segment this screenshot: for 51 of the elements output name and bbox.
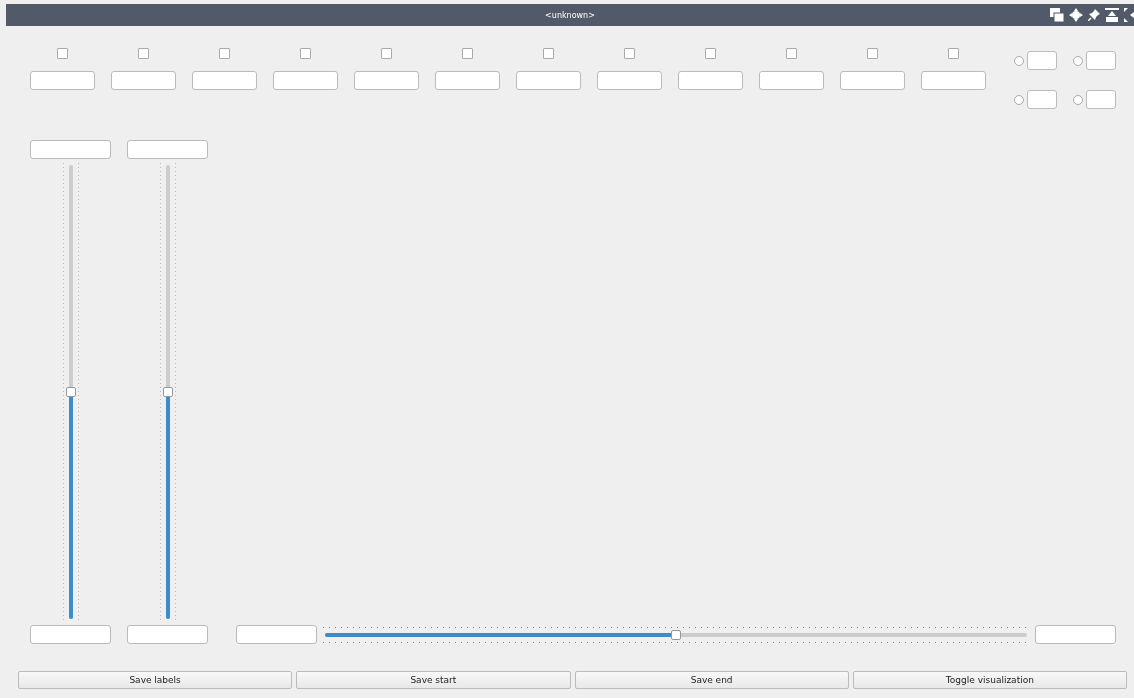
radio-button[interactable] xyxy=(1014,55,1024,66)
action-button[interactable]: Save start xyxy=(296,671,571,689)
input-field[interactable] xyxy=(111,71,176,90)
action-button[interactable]: Save end xyxy=(574,671,849,689)
input-field[interactable] xyxy=(127,625,208,644)
checkbox[interactable] xyxy=(705,48,716,59)
action-button[interactable]: Toggle visualization xyxy=(852,671,1127,689)
input-field[interactable] xyxy=(30,71,95,90)
input-field[interactable] xyxy=(236,625,317,644)
input-field[interactable] xyxy=(840,71,905,90)
input-field[interactable] xyxy=(127,140,208,159)
input-field[interactable] xyxy=(516,71,581,90)
input-field[interactable] xyxy=(921,71,986,90)
input-field[interactable] xyxy=(435,71,500,90)
radio-button[interactable] xyxy=(1073,55,1083,66)
input-field[interactable] xyxy=(1086,51,1116,70)
checkbox[interactable] xyxy=(57,48,68,59)
slider-handle[interactable] xyxy=(671,629,681,640)
fullscreen-icon[interactable] xyxy=(1124,8,1134,22)
input-field[interactable] xyxy=(30,140,111,159)
checkbox[interactable] xyxy=(138,48,149,59)
checkbox[interactable] xyxy=(786,48,797,59)
checkbox[interactable] xyxy=(381,48,392,59)
checkbox[interactable] xyxy=(624,48,635,59)
action-button[interactable]: Save labels xyxy=(18,671,293,689)
input-field[interactable] xyxy=(1027,90,1057,109)
radio-button[interactable] xyxy=(1073,94,1083,105)
input-field[interactable] xyxy=(597,71,662,90)
input-field[interactable] xyxy=(1027,51,1057,70)
slider-handle[interactable] xyxy=(65,387,76,397)
input-field[interactable] xyxy=(192,71,257,90)
move-icon[interactable] xyxy=(1069,8,1083,22)
checkbox[interactable] xyxy=(948,48,959,59)
input-field[interactable] xyxy=(273,71,338,90)
input-field[interactable] xyxy=(1035,625,1116,644)
checkbox[interactable] xyxy=(300,48,311,59)
pin-icon[interactable] xyxy=(1088,9,1100,21)
input-field[interactable] xyxy=(1086,90,1116,109)
checkbox[interactable] xyxy=(462,48,473,59)
radio-button[interactable] xyxy=(1014,94,1024,105)
checkbox[interactable] xyxy=(543,48,554,59)
input-field[interactable] xyxy=(759,71,824,90)
slider-handle[interactable] xyxy=(162,387,173,397)
window-title: <unknown> xyxy=(545,10,595,20)
input-field[interactable] xyxy=(678,71,743,90)
checkbox[interactable] xyxy=(867,48,878,59)
checkbox[interactable] xyxy=(219,48,230,59)
maximize-icon[interactable] xyxy=(1105,8,1119,22)
input-field[interactable] xyxy=(30,625,111,644)
input-field[interactable] xyxy=(354,71,419,90)
windows-icon[interactable] xyxy=(1050,8,1064,22)
